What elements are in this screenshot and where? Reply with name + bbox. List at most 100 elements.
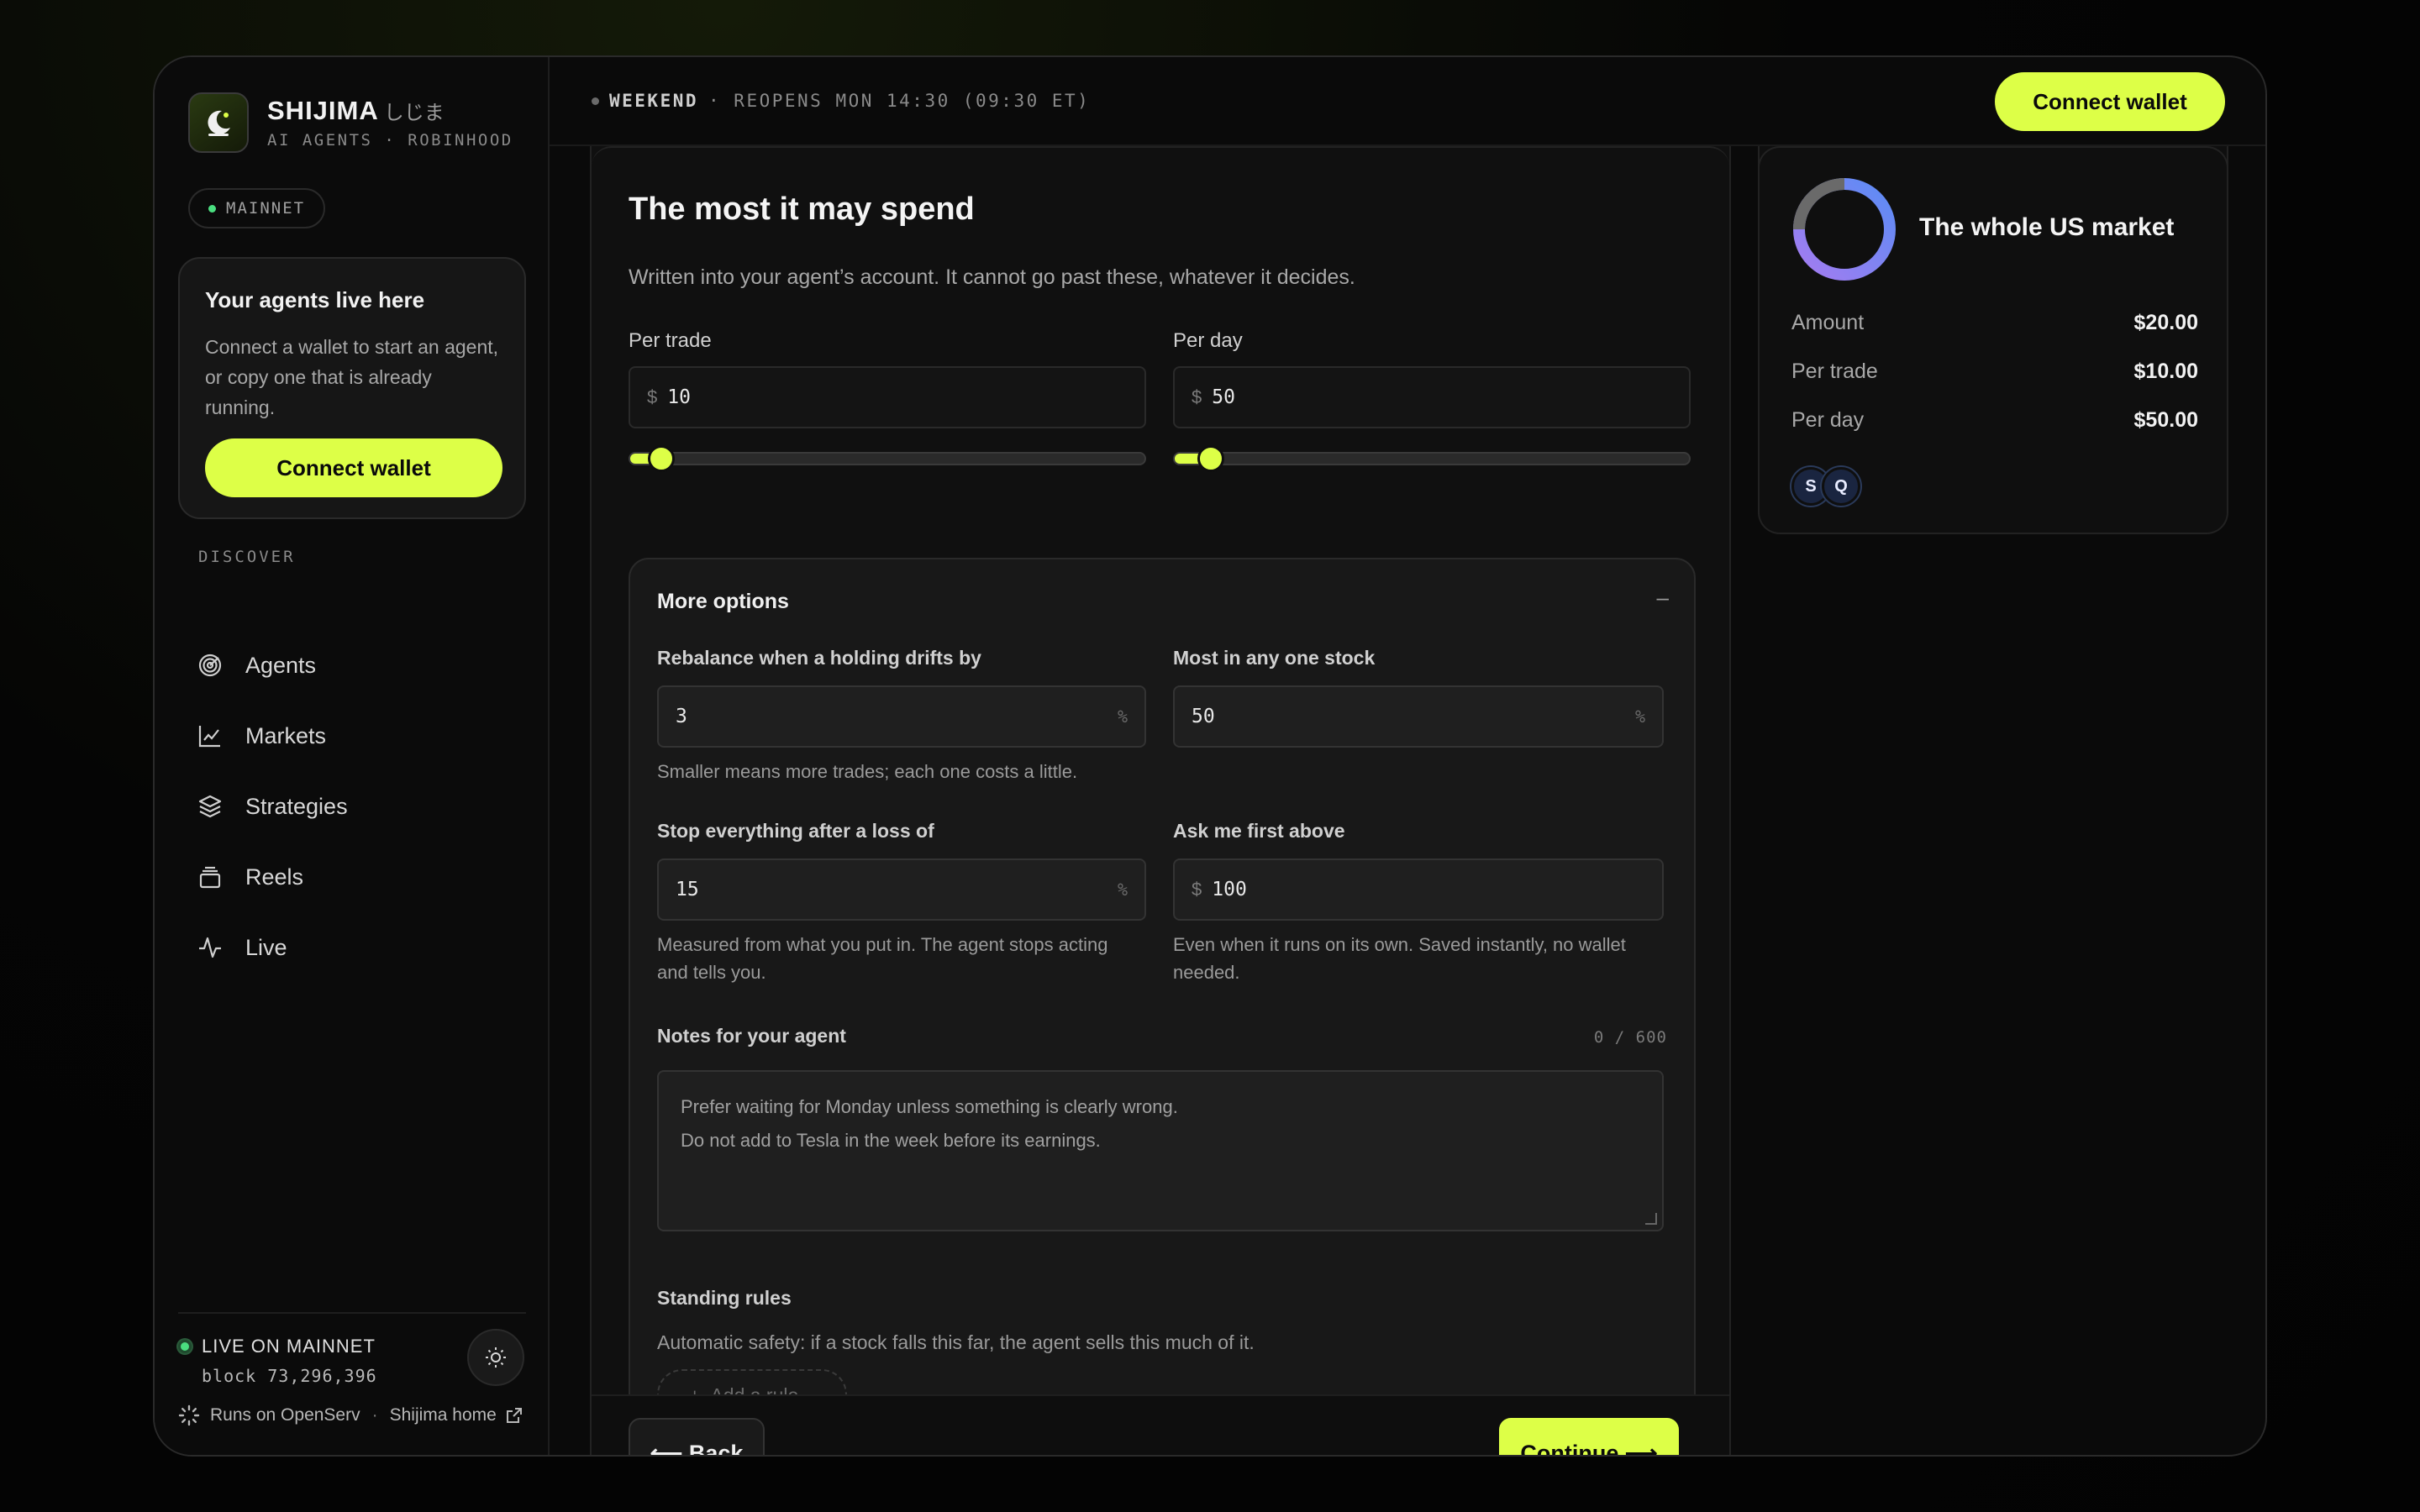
page-title: The most it may spend xyxy=(629,192,975,227)
moon-logo-icon xyxy=(188,92,249,153)
rebalance-field[interactable]: % xyxy=(657,685,1146,748)
ask-above-label: Ask me first above xyxy=(1173,820,1345,842)
ask-above-help: Even when it runs on its own. Saved inst… xyxy=(1173,934,1626,983)
sidebar-item-reels[interactable]: Reels xyxy=(197,842,303,912)
sidebar-item-label: Reels xyxy=(245,864,304,890)
notes-counter: 0 / 600 xyxy=(1593,1028,1667,1047)
separator: · xyxy=(371,1405,378,1425)
per-trade-field[interactable]: $ xyxy=(629,366,1146,428)
sidebar-item-label: Markets xyxy=(245,722,327,748)
per-day-slider[interactable] xyxy=(1173,445,1691,472)
theme-toggle-button[interactable] xyxy=(467,1329,524,1386)
percent-suffix: % xyxy=(1634,706,1645,727)
ask-above-input[interactable] xyxy=(1212,879,1645,900)
network-status: LIVE ON MAINNET block 73,296,396 xyxy=(178,1336,377,1386)
ticker-avatar[interactable]: Q xyxy=(1822,467,1860,506)
spend-limits-card: The most it may spend Written into your … xyxy=(590,146,1731,1455)
sidebar-item-label: Strategies xyxy=(245,793,348,819)
header-connect-wallet-button[interactable]: Connect wallet xyxy=(1995,72,2225,131)
sidebar-item-agents[interactable]: Agents xyxy=(197,630,316,701)
block-number: block 73,296,396 xyxy=(202,1366,377,1386)
rebalance-label: Rebalance when a holding drifts by xyxy=(657,647,981,669)
welcome-title: Your agents live here xyxy=(205,287,425,312)
per-trade-label: Per trade xyxy=(629,329,712,352)
notes-textarea[interactable]: Prefer waiting for Monday unless somethi… xyxy=(657,1070,1664,1231)
standing-rules-label: Standing rules xyxy=(657,1287,792,1309)
per-day-label: Per day xyxy=(1173,329,1243,352)
market-state: WEEKEND xyxy=(609,91,699,111)
summary-value: $50.00 xyxy=(2133,408,2198,432)
summary-card: The whole US market Amount $20.00 Per tr… xyxy=(1758,146,2228,534)
per-day-field[interactable]: $ xyxy=(1173,366,1691,428)
summary-row-amount: Amount $20.00 xyxy=(1791,311,2198,335)
network-dot-icon xyxy=(208,204,216,213)
resize-handle-icon[interactable] xyxy=(1645,1213,1657,1225)
per-trade-input[interactable] xyxy=(667,386,1128,408)
welcome-text: Connect a wallet to start an agent, or c… xyxy=(205,336,499,418)
market-status-dot-icon xyxy=(592,97,599,105)
rebalance-help: Smaller means more trades; each one cost… xyxy=(657,761,1078,782)
shijima-home-link[interactable]: Shijima home xyxy=(390,1405,497,1425)
summary-row-per-trade: Per trade $10.00 xyxy=(1791,360,2198,384)
rebalance-input[interactable] xyxy=(676,706,1118,727)
allocation-donut-icon xyxy=(1793,178,1896,281)
ticker-avatars: S Q xyxy=(1791,467,1860,506)
more-options-panel: More options – Rebalance when a holding … xyxy=(629,558,1696,1455)
max-stock-label: Most in any one stock xyxy=(1173,647,1376,669)
brand-subtitle: AI AGENTS · ROBINHOOD xyxy=(267,131,513,150)
brand[interactable]: SHIJIMA しじま AI AGENTS · ROBINHOOD xyxy=(188,92,513,153)
standing-rules-help: Automatic safety: if a stock falls this … xyxy=(657,1331,1255,1353)
stop-loss-field[interactable]: % xyxy=(657,858,1146,921)
back-button[interactable]: ⟵ Back xyxy=(629,1418,765,1455)
line-chart-icon xyxy=(197,722,224,749)
live-dot-icon xyxy=(178,1340,192,1353)
notes-placeholder-line: Do not add to Tesla in the week before i… xyxy=(681,1130,1101,1151)
continue-button[interactable]: Continue ⟶ xyxy=(1499,1418,1679,1455)
sun-icon xyxy=(486,1347,506,1368)
sidebar-item-markets[interactable]: Markets xyxy=(197,701,326,771)
sidebar-divider xyxy=(178,1312,526,1314)
more-options-title[interactable]: More options xyxy=(657,590,789,614)
page-subtitle: Written into your agent’s account. It ca… xyxy=(629,265,1355,289)
summary-value: $20.00 xyxy=(2133,311,2198,334)
sidebar-item-label: Agents xyxy=(245,652,317,678)
per-day-slider-thumb[interactable] xyxy=(1197,445,1224,472)
percent-suffix: % xyxy=(1117,706,1128,727)
max-stock-field[interactable]: % xyxy=(1173,685,1664,748)
sidebar-item-strategies[interactable]: Strategies xyxy=(197,771,348,842)
top-bar: WEEKEND · REOPENS MON 14:30 (09:30 ET) C… xyxy=(550,57,2265,146)
spinner-icon xyxy=(178,1404,200,1426)
stop-loss-label: Stop everything after a loss of xyxy=(657,820,934,842)
ask-above-field[interactable]: $ xyxy=(1173,858,1664,921)
stop-loss-input[interactable] xyxy=(676,879,1118,900)
per-trade-slider-thumb[interactable] xyxy=(647,445,675,472)
stop-loss-help: Measured from what you put in. The agent… xyxy=(657,934,1108,983)
openserv-link[interactable]: Runs on OpenServ xyxy=(210,1405,360,1425)
summary-key: Amount xyxy=(1791,311,1865,334)
discover-label: DISCOVER xyxy=(198,548,296,566)
market-reopens: · REOPENS MON 14:30 (09:30 ET) xyxy=(708,91,1091,111)
live-label: LIVE ON MAINNET xyxy=(202,1336,376,1357)
max-stock-input[interactable] xyxy=(1192,706,1635,727)
summary-row-per-day: Per day $50.00 xyxy=(1791,408,2198,433)
dollar-prefix: $ xyxy=(1192,879,1202,900)
radar-icon xyxy=(197,652,224,679)
layers-icon xyxy=(197,793,224,820)
market-status: WEEKEND · REOPENS MON 14:30 (09:30 ET) xyxy=(592,91,1090,111)
notes-placeholder-line: Prefer waiting for Monday unless somethi… xyxy=(681,1096,1178,1117)
sidebar: SHIJIMA しじま AI AGENTS · ROBINHOOD MAINNET… xyxy=(155,57,550,1455)
sidebar-item-live[interactable]: Live xyxy=(197,912,287,983)
sidebar-item-label: Live xyxy=(245,934,287,960)
external-link-icon[interactable] xyxy=(505,1406,523,1425)
per-trade-slider[interactable] xyxy=(629,445,1146,472)
network-label: MAINNET xyxy=(226,199,306,218)
summary-key: Per day xyxy=(1791,408,1865,432)
welcome-card: Your agents live here Connect a wallet t… xyxy=(178,257,526,519)
connect-wallet-button[interactable]: Connect wallet xyxy=(205,438,502,497)
app-window: SHIJIMA しじま AI AGENTS · ROBINHOOD MAINNET… xyxy=(153,55,2267,1457)
per-day-input[interactable] xyxy=(1212,386,1672,408)
summary-value: $10.00 xyxy=(2133,360,2198,383)
brand-jp: しじま xyxy=(383,102,445,124)
notes-label: Notes for your agent xyxy=(657,1025,846,1047)
collapse-button[interactable]: – xyxy=(1657,585,1669,611)
